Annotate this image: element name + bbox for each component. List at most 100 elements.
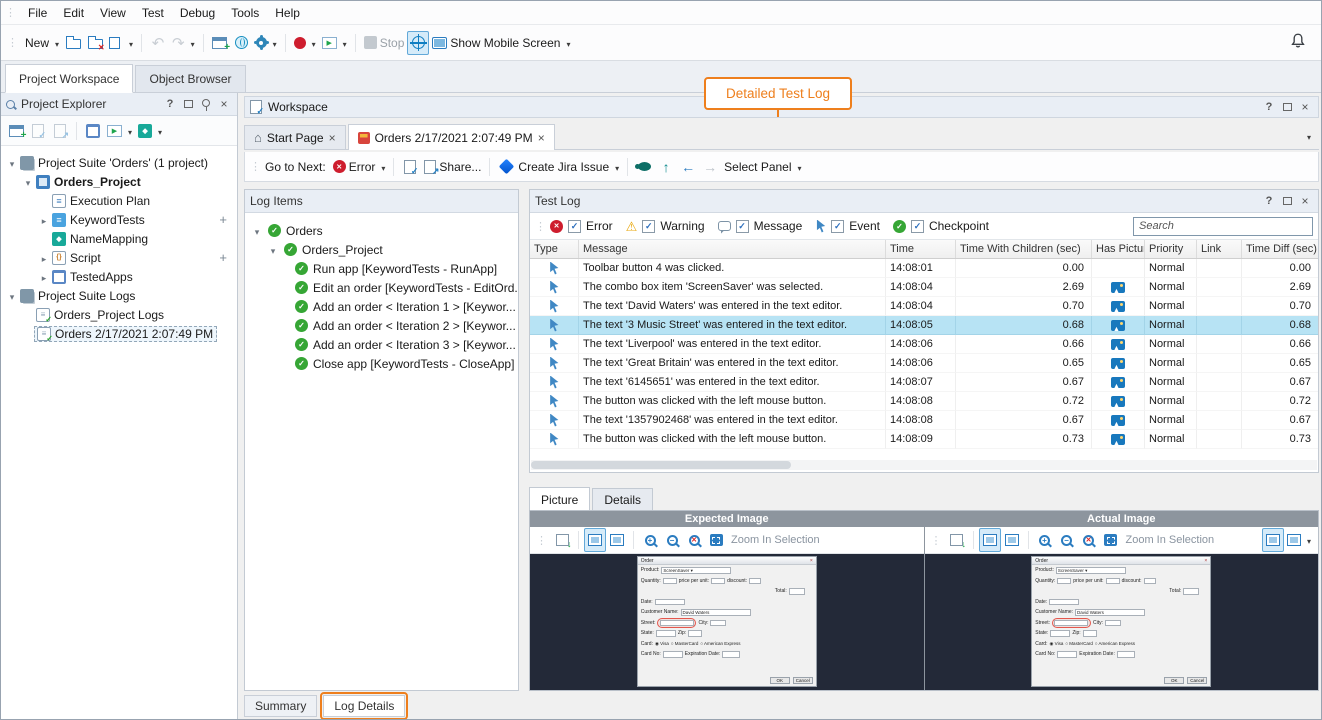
tree-item-project-suite[interactable]: Project Suite 'Orders' (1 project) (1, 153, 237, 172)
log-item-edit-order[interactable]: Edit an order [KeywordTests - EditOrd... (245, 278, 518, 297)
web-testing-button[interactable] (231, 31, 253, 55)
picture-icon[interactable] (1111, 396, 1125, 407)
table-row[interactable]: The text 'Great Britain' was entered in … (530, 354, 1318, 373)
add-new-project-button[interactable] (5, 119, 27, 143)
tree-item-project-suite-logs[interactable]: Project Suite Logs (1, 286, 237, 305)
horizontal-scrollbar[interactable] (531, 460, 1317, 470)
log-item-orders-project[interactable]: Orders_Project (245, 240, 518, 259)
close-tab-icon[interactable] (538, 131, 545, 145)
tab-summary[interactable]: Summary (244, 695, 317, 717)
redo-button[interactable] (169, 31, 198, 55)
table-row[interactable]: The button was clicked with the left mou… (530, 392, 1318, 411)
selected-tree-item[interactable]: Orders 2/17/2021 2:07:49 PM (34, 326, 217, 342)
expander-open-icon[interactable] (251, 224, 263, 238)
column-header-time-with-children[interactable]: Time With Children (sec) (956, 240, 1092, 258)
export-log-button[interactable] (399, 155, 421, 179)
debug-project-button[interactable] (135, 119, 165, 143)
tab-project-workspace[interactable]: Project Workspace (5, 64, 133, 93)
share-button[interactable]: Share... (421, 155, 484, 179)
toolbar-grip[interactable] (250, 160, 261, 173)
data-options-button[interactable] (253, 31, 280, 55)
picture-icon[interactable] (1111, 415, 1125, 426)
run-test-button[interactable] (319, 31, 350, 55)
error-checkbox[interactable] (568, 220, 581, 233)
pan-mode-button[interactable] (979, 528, 1001, 552)
scrollbar-thumb[interactable] (531, 461, 791, 469)
expander-open-icon[interactable] (6, 289, 18, 303)
menu-file[interactable]: File (20, 1, 55, 24)
column-header-time[interactable]: Time (886, 240, 956, 258)
actual-image-preview[interactable]: Order×Product:ScreenSaver ▾Quantity:pric… (925, 554, 1319, 690)
menu-debug[interactable]: Debug (172, 1, 223, 24)
zoom-selection-button[interactable] (1100, 528, 1122, 552)
record-button[interactable] (291, 31, 319, 55)
save-all-button[interactable] (106, 31, 136, 55)
menu-test[interactable]: Test (134, 1, 172, 24)
table-row[interactable]: The combo box item 'ScreenSaver' was sel… (530, 278, 1318, 297)
menu-edit[interactable]: Edit (55, 1, 92, 24)
close-project-button[interactable] (84, 31, 106, 55)
add-existing-item-button[interactable] (49, 119, 71, 143)
toolbar-grip[interactable] (535, 220, 546, 233)
pin-button[interactable] (198, 96, 214, 112)
next-button[interactable] (699, 155, 721, 179)
menu-tools[interactable]: Tools (223, 1, 267, 24)
picture-icon[interactable] (1111, 301, 1125, 312)
log-item-run-app[interactable]: Run app [KeywordTests - RunApp] (245, 259, 518, 278)
picture-icon[interactable] (1111, 339, 1125, 350)
log-item-add-order-1[interactable]: Add an order < Iteration 1 > [Keywor... (245, 297, 518, 316)
select-panel-button[interactable]: Select Panel (721, 155, 804, 179)
column-header-has-picture[interactable]: Has Picture (1092, 240, 1145, 258)
compare-images-button[interactable] (1262, 528, 1284, 552)
table-row[interactable]: Toolbar button 4 was clicked. 14:08:01 0… (530, 259, 1318, 278)
log-item-add-order-3[interactable]: Add an order < Iteration 3 > [Keywor... (245, 335, 518, 354)
tab-log-details[interactable]: Log Details (323, 695, 405, 717)
menu-view[interactable]: View (92, 1, 134, 24)
show-mobile-screen-button[interactable]: Show Mobile Screen (429, 31, 573, 55)
previous-button[interactable] (677, 155, 699, 179)
view-mode-button[interactable] (1284, 528, 1314, 552)
run-project-button[interactable] (104, 119, 135, 143)
table-row[interactable]: The text 'Liverpool' was entered in the … (530, 335, 1318, 354)
menu-help[interactable]: Help (267, 1, 308, 24)
tree-item-namemapping[interactable]: NameMapping (1, 229, 237, 248)
tree-item-orders-project-logs[interactable]: Orders_Project Logs (1, 305, 237, 324)
picture-icon[interactable] (1111, 320, 1125, 331)
go-to-next-error-button[interactable]: Error (330, 155, 389, 179)
toolbar-grip[interactable] (7, 36, 18, 49)
add-keyword-test-button[interactable]: + (219, 212, 227, 227)
column-header-priority[interactable]: Priority (1145, 240, 1197, 258)
close-panel-button[interactable] (1297, 193, 1313, 209)
close-panel-button[interactable] (216, 96, 232, 112)
zoom-out-button[interactable] (661, 528, 683, 552)
expander-open-icon[interactable] (6, 156, 18, 170)
expected-image-preview[interactable]: Order×Product:ScreenSaver ▾Quantity:pric… (530, 554, 924, 690)
help-button[interactable] (1261, 193, 1277, 209)
help-button[interactable] (1261, 99, 1277, 115)
add-script-button[interactable]: + (219, 250, 227, 265)
toolbar-grip[interactable] (536, 534, 547, 547)
expander-closed-icon[interactable] (38, 270, 50, 284)
message-checkbox[interactable] (736, 220, 749, 233)
maximize-button[interactable] (1279, 193, 1295, 209)
event-checkbox[interactable] (831, 220, 844, 233)
tab-object-browser[interactable]: Object Browser (135, 65, 245, 92)
open-project-button[interactable] (62, 31, 84, 55)
search-input[interactable] (1133, 217, 1313, 236)
toolbar-grip[interactable] (5, 6, 16, 19)
picture-icon[interactable] (1111, 434, 1125, 445)
add-new-item-button[interactable] (209, 31, 231, 55)
table-row[interactable]: The button was clicked with the left mou… (530, 430, 1318, 449)
zoom-in-button[interactable] (1034, 528, 1056, 552)
tab-picture[interactable]: Picture (529, 487, 590, 511)
tab-details[interactable]: Details (592, 488, 653, 510)
expander-open-icon[interactable] (267, 243, 279, 257)
save-image-button[interactable] (946, 528, 968, 552)
expander-open-icon[interactable] (22, 175, 34, 189)
warning-checkbox[interactable] (642, 220, 655, 233)
picture-icon[interactable] (1111, 282, 1125, 293)
log-item-add-order-2[interactable]: Add an order < Iteration 2 > [Keywor... (245, 316, 518, 335)
expander-closed-icon[interactable] (38, 251, 50, 265)
expander-closed-icon[interactable] (38, 213, 50, 227)
table-row-selected[interactable]: The text '3 Music Street' was entered in… (530, 316, 1318, 335)
